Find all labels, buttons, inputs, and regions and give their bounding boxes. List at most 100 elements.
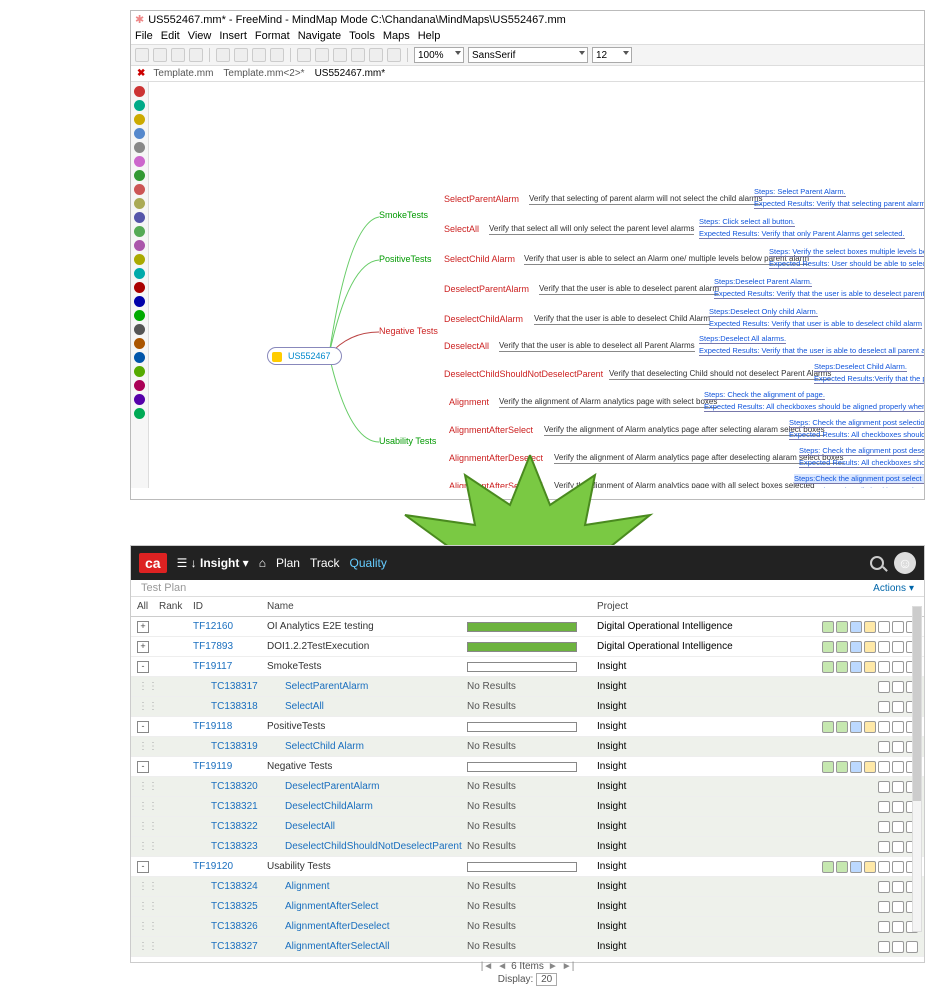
col-project[interactable]: Project: [597, 601, 798, 612]
pager-next-icon[interactable]: ►: [548, 961, 558, 972]
action-icon[interactable]: [892, 621, 904, 633]
action-icon[interactable]: [878, 881, 890, 893]
palette-icon[interactable]: [134, 268, 145, 279]
toolbar-button[interactable]: [189, 48, 203, 62]
action-icon[interactable]: [878, 621, 890, 633]
palette-icon[interactable]: [134, 156, 145, 167]
row-id-link[interactable]: TF19118: [193, 721, 267, 732]
toolbar-button[interactable]: [135, 48, 149, 62]
palette-icon[interactable]: [134, 254, 145, 265]
expand-toggle[interactable]: -: [137, 661, 149, 673]
toolbar-button[interactable]: [297, 48, 311, 62]
mindmap-root[interactable]: US552467: [267, 347, 342, 365]
row-id-link[interactable]: TC138320: [193, 781, 267, 792]
action-icon[interactable]: [864, 721, 876, 733]
toolbar-button[interactable]: [234, 48, 248, 62]
drag-handle[interactable]: ⋮⋮: [137, 941, 159, 952]
drag-handle[interactable]: ⋮⋮: [137, 801, 159, 812]
menu-insert[interactable]: Insert: [219, 30, 247, 42]
toolbar-button[interactable]: [351, 48, 365, 62]
action-icon[interactable]: [892, 941, 904, 953]
row-id-link[interactable]: TC138325: [193, 901, 267, 912]
category-positive[interactable]: PositiveTests: [379, 254, 432, 264]
action-icon[interactable]: [864, 861, 876, 873]
action-icon[interactable]: [892, 641, 904, 653]
fontsize-select[interactable]: 12: [592, 47, 632, 63]
palette-icon[interactable]: [134, 226, 145, 237]
palette-icon[interactable]: [134, 240, 145, 251]
testcase-node[interactable]: SelectAll: [444, 224, 479, 234]
nav-quality[interactable]: Quality: [350, 556, 387, 570]
palette-icon[interactable]: [134, 198, 145, 209]
action-icon[interactable]: [850, 761, 862, 773]
row-id-link[interactable]: TC138321: [193, 801, 267, 812]
doc-tab[interactable]: Template.mm: [153, 68, 213, 79]
workspace-picker[interactable]: ☰ ↓ Insight ▾: [177, 556, 249, 570]
toolbar-button[interactable]: [153, 48, 167, 62]
action-icon[interactable]: [878, 741, 890, 753]
drag-handle[interactable]: ⋮⋮: [137, 781, 159, 792]
action-icon[interactable]: [864, 621, 876, 633]
testcase-node[interactable]: DeselectChildShouldNotDeselectParent: [444, 369, 603, 379]
action-icon[interactable]: [878, 941, 890, 953]
palette-icon[interactable]: [134, 408, 145, 419]
action-icon[interactable]: [892, 921, 904, 933]
action-icon[interactable]: [850, 621, 862, 633]
action-icon[interactable]: [822, 621, 834, 633]
testcase-node[interactable]: SelectChild Alarm: [444, 254, 515, 264]
palette-icon[interactable]: [134, 296, 145, 307]
action-icon[interactable]: [850, 721, 862, 733]
col-id[interactable]: ID: [193, 601, 267, 612]
menu-edit[interactable]: Edit: [161, 30, 180, 42]
action-icon[interactable]: [892, 841, 904, 853]
palette-icon[interactable]: [134, 282, 145, 293]
font-select[interactable]: SansSerif: [468, 47, 588, 63]
expand-toggle[interactable]: -: [137, 761, 149, 773]
palette-icon[interactable]: [134, 310, 145, 321]
nav-track[interactable]: Track: [310, 556, 340, 570]
action-icon[interactable]: [892, 681, 904, 693]
col-name[interactable]: Name: [267, 601, 467, 612]
action-icon[interactable]: [892, 761, 904, 773]
action-icon[interactable]: [822, 721, 834, 733]
palette-icon[interactable]: [134, 212, 145, 223]
testcase-node[interactable]: AlignmentAfterSelect: [449, 425, 533, 435]
row-name[interactable]: Alignment: [267, 881, 467, 892]
row-id-link[interactable]: TC138323: [193, 841, 267, 852]
row-name[interactable]: AlignmentAfterSelectAll: [267, 941, 467, 952]
action-icon[interactable]: [892, 721, 904, 733]
scrollbar-thumb[interactable]: [913, 607, 921, 801]
expand-toggle[interactable]: +: [137, 641, 149, 653]
drag-handle[interactable]: ⋮⋮: [137, 701, 159, 712]
action-icon[interactable]: [864, 641, 876, 653]
action-icon[interactable]: [836, 761, 848, 773]
col-rank[interactable]: Rank: [159, 601, 193, 612]
palette-icon[interactable]: [134, 100, 145, 111]
pager-prev-icon[interactable]: ◄: [497, 961, 507, 972]
avatar[interactable]: ☺: [894, 552, 916, 574]
drag-handle[interactable]: ⋮⋮: [137, 881, 159, 892]
row-id-link[interactable]: TF12160: [193, 621, 267, 632]
testcase-node[interactable]: SelectParentAlarm: [444, 194, 519, 204]
doc-tab[interactable]: Template.mm<2>*: [223, 68, 304, 79]
pager-first-icon[interactable]: |◄: [481, 961, 494, 972]
action-icon[interactable]: [878, 841, 890, 853]
palette-icon[interactable]: [134, 128, 145, 139]
toolbar-button[interactable]: [270, 48, 284, 62]
toolbar-button[interactable]: [171, 48, 185, 62]
toolbar-button[interactable]: [216, 48, 230, 62]
toolbar-button[interactable]: [369, 48, 383, 62]
menu-format[interactable]: Format: [255, 30, 290, 42]
palette-icon[interactable]: [134, 352, 145, 363]
palette-icon[interactable]: [134, 142, 145, 153]
row-id-link[interactable]: TF17893: [193, 641, 267, 652]
action-icon[interactable]: [822, 661, 834, 673]
action-icon[interactable]: [878, 921, 890, 933]
action-icon[interactable]: [892, 781, 904, 793]
row-id-link[interactable]: TC138318: [193, 701, 267, 712]
drag-handle[interactable]: ⋮⋮: [137, 681, 159, 692]
nav-plan[interactable]: Plan: [276, 556, 300, 570]
palette-icon[interactable]: [134, 338, 145, 349]
action-icon[interactable]: [878, 761, 890, 773]
action-icon[interactable]: [878, 821, 890, 833]
